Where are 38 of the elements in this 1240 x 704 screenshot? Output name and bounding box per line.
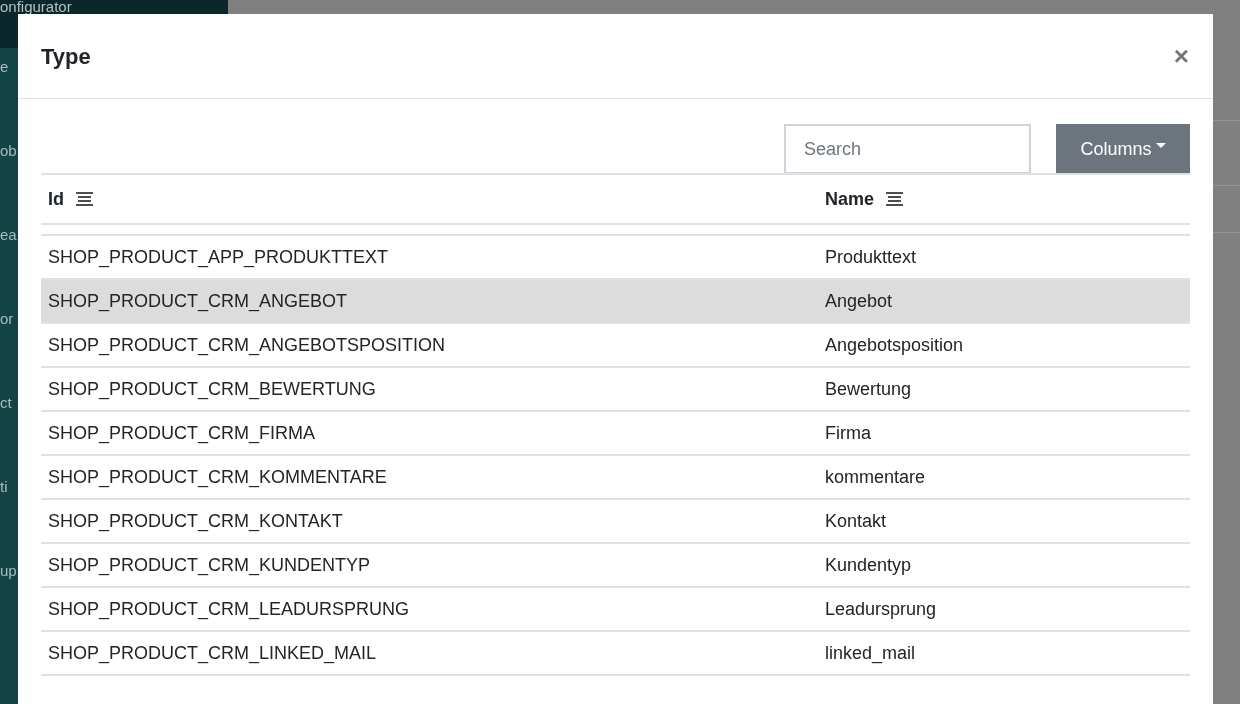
table-cell-text: Angebotsposition [824,333,965,357]
table-cell-text: Angebot [824,289,894,313]
table-cell-text: SHOP_PRODUCT_APP_PRODUKTTEXT [47,245,390,270]
sidebar-item[interactable]: or [0,306,14,332]
table-cell-text: Leadursprung [824,597,938,621]
table-cell-text: SHOP_PRODUCT_CRM_KUNDENTYP [47,553,372,578]
close-button[interactable]: × [1173,43,1189,69]
table-cell-text: linked_mail [824,641,917,666]
caret-icon [1155,142,1166,148]
table-cell-text: SHOP_PRODUCT_CRM_ANGEBOTSPOSITION [47,333,447,358]
table-row[interactable]: SHOP_PRODUCT_CRM_ANGEBOT Angebot [41,280,1190,324]
table-cell-text: Kontakt [824,509,888,533]
column-header[interactable]: Name [825,185,875,213]
sidebar-item[interactable]: e [0,54,9,80]
modal-title: Type [41,42,91,71]
column-header[interactable]: Id [48,185,64,213]
table-cell-text: Bewertung [824,377,913,401]
columns-button[interactable]: Columns [1056,124,1190,174]
table-cell-text: kommentare [824,465,927,489]
table-cell-text: SHOP_PRODUCT_CRM_ANGEBOT [47,289,349,314]
table-cell-text: SHOP_PRODUCT_CRM_FIRMA [47,421,317,446]
sidebar-item[interactable]: ti [0,474,8,500]
sidebar-item[interactable]: ea [0,222,17,248]
table-cell-text: SHOP_PRODUCT_CRM_KONTAKT [47,509,344,534]
table-cell-text: Firma [824,421,872,445]
search-field[interactable]: Search [784,124,1031,174]
table-cell-text: Produkttext [824,245,918,269]
app-title: onfigurator [0,0,72,14]
sort-icon[interactable] [76,192,93,206]
sort-icon[interactable] [886,192,904,206]
sidebar-item[interactable]: ob [0,138,17,164]
sidebar-item[interactable]: up [0,558,17,584]
table-cell-text: SHOP_PRODUCT_CRM_BEWERTUNG [47,377,377,402]
table-cell-text: Kundentyp [824,553,913,577]
table-cell-text: SHOP_PRODUCT_CRM_KOMMENTARE [47,465,388,490]
sidebar-item[interactable]: ct [0,390,12,416]
table-cell-text: SHOP_PRODUCT_CRM_LEADURSPRUNG [47,597,411,622]
table-cell-text: SHOP_PRODUCT_CRM_LINKED_MAIL [47,641,378,666]
